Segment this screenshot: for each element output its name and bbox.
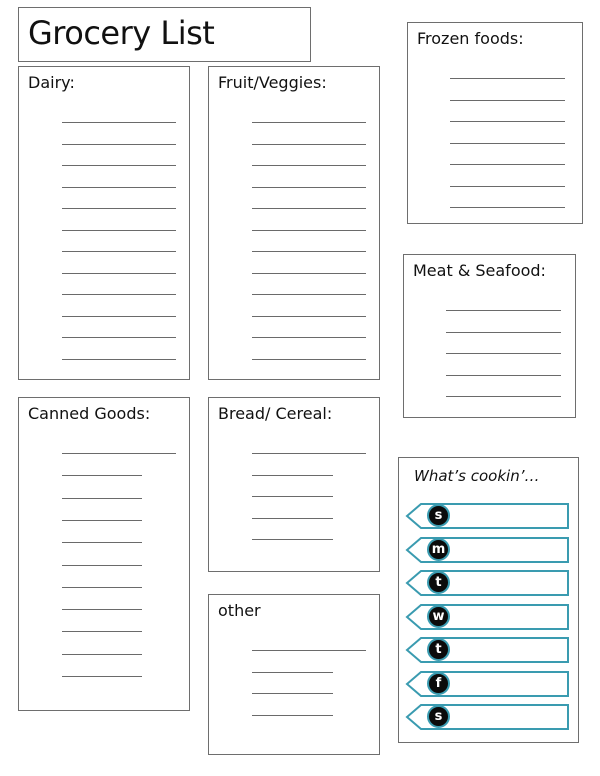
write-in-line[interactable] xyxy=(62,143,176,145)
meal-plan-heading: What’s cookin’… xyxy=(414,467,540,485)
write-in-line[interactable] xyxy=(252,539,333,540)
write-in-line[interactable] xyxy=(62,165,176,166)
write-in-line[interactable] xyxy=(62,294,176,295)
write-in-line[interactable] xyxy=(252,208,366,209)
write-in-line[interactable] xyxy=(62,337,176,338)
section-bread-cereal: Bread/ Cereal: xyxy=(208,397,380,572)
write-in-line[interactable] xyxy=(450,142,565,144)
section-fruit-veggies: Fruit/Veggies: xyxy=(208,66,380,380)
write-in-line[interactable] xyxy=(450,207,565,208)
meal-day-tag[interactable]: t xyxy=(405,570,569,596)
section-other: other xyxy=(208,594,380,755)
title-box: Grocery List xyxy=(18,7,311,62)
write-in-line[interactable] xyxy=(252,165,366,166)
page-title: Grocery List xyxy=(28,14,215,52)
write-in-line[interactable] xyxy=(252,337,366,338)
day-initial-badge: t xyxy=(427,571,450,594)
meal-day-tag[interactable]: w xyxy=(405,603,569,630)
write-in-line[interactable] xyxy=(62,272,176,274)
write-in-line[interactable] xyxy=(450,99,565,101)
section-dairy: Dairy: xyxy=(18,66,190,380)
write-in-line[interactable] xyxy=(450,121,565,122)
write-in-line[interactable] xyxy=(450,164,565,165)
write-in-line[interactable] xyxy=(62,186,176,188)
write-in-line[interactable] xyxy=(446,353,561,354)
section-heading: Frozen foods: xyxy=(417,29,524,48)
write-in-line[interactable] xyxy=(252,122,366,123)
section-heading: Dairy: xyxy=(28,73,75,92)
section-heading: other xyxy=(218,601,261,620)
write-in-line[interactable] xyxy=(62,564,142,566)
write-in-line[interactable] xyxy=(446,331,561,333)
write-in-line[interactable] xyxy=(252,693,333,694)
section-heading: Canned Goods: xyxy=(28,404,151,423)
write-in-line[interactable] xyxy=(252,517,333,519)
day-initial-badge: s xyxy=(427,504,450,527)
write-in-line[interactable] xyxy=(62,609,142,611)
write-in-line[interactable] xyxy=(252,143,366,145)
day-initial-badge: s xyxy=(427,705,450,728)
write-in-line[interactable] xyxy=(62,475,142,477)
write-in-line[interactable] xyxy=(446,310,561,311)
meal-day-tag[interactable]: s xyxy=(405,503,569,529)
write-in-line[interactable] xyxy=(62,315,176,317)
write-in-line[interactable] xyxy=(62,208,176,209)
write-in-line[interactable] xyxy=(252,714,333,716)
write-in-line[interactable] xyxy=(252,186,366,188)
write-in-line[interactable] xyxy=(62,653,142,655)
meal-day-tag[interactable]: f xyxy=(405,670,569,697)
write-in-line[interactable] xyxy=(62,497,142,499)
section-canned-goods: Canned Goods: xyxy=(18,397,190,711)
meal-day-tag[interactable]: m xyxy=(405,536,569,563)
write-in-line[interactable] xyxy=(252,251,366,252)
write-in-line[interactable] xyxy=(62,251,176,252)
meal-day-tag[interactable]: s xyxy=(405,704,569,730)
write-in-line[interactable] xyxy=(62,519,142,521)
write-in-line[interactable] xyxy=(252,671,333,673)
write-in-line[interactable] xyxy=(62,631,142,633)
write-in-line[interactable] xyxy=(252,650,366,651)
write-in-line[interactable] xyxy=(62,358,176,360)
section-heading: Meat & Seafood: xyxy=(413,261,546,280)
write-in-line[interactable] xyxy=(252,229,366,231)
section-frozen-foods: Frozen foods: xyxy=(407,22,583,224)
day-initial-badge: m xyxy=(427,537,450,561)
write-in-line[interactable] xyxy=(62,676,142,677)
day-initial-badge: t xyxy=(427,638,450,661)
write-in-line[interactable] xyxy=(62,229,176,231)
day-initial-badge: f xyxy=(427,671,450,695)
write-in-line[interactable] xyxy=(446,374,561,376)
write-in-line[interactable] xyxy=(450,78,565,79)
write-in-line[interactable] xyxy=(252,474,333,476)
write-in-line[interactable] xyxy=(252,315,366,317)
day-initial-badge: w xyxy=(427,604,450,628)
write-in-line[interactable] xyxy=(450,185,565,187)
write-in-line[interactable] xyxy=(252,453,366,454)
write-in-line[interactable] xyxy=(252,294,366,295)
write-in-line[interactable] xyxy=(252,358,366,360)
meal-day-tag[interactable]: t xyxy=(405,637,569,663)
write-in-line[interactable] xyxy=(62,542,142,544)
section-heading: Bread/ Cereal: xyxy=(218,404,333,423)
meal-plan-box: What’s cookin’… smtwtfs xyxy=(398,457,579,743)
section-meat-seafood: Meat & Seafood: xyxy=(403,254,576,418)
write-in-line[interactable] xyxy=(62,586,142,588)
section-heading: Fruit/Veggies: xyxy=(218,73,327,92)
write-in-line[interactable] xyxy=(252,272,366,274)
write-in-line[interactable] xyxy=(252,496,333,497)
write-in-line[interactable] xyxy=(62,453,176,454)
write-in-line[interactable] xyxy=(446,396,561,397)
write-in-line[interactable] xyxy=(62,122,176,123)
